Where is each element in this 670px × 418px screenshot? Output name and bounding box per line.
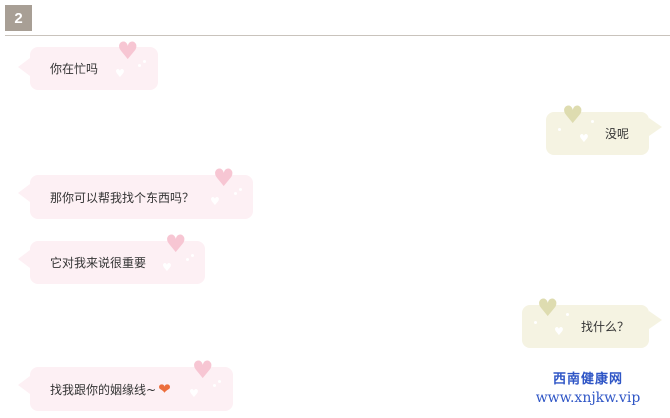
- sparkle-dot: [213, 384, 216, 387]
- sparkle-dot: [591, 120, 594, 123]
- step-number-badge: 2: [5, 5, 32, 31]
- bubble-tail: [18, 184, 30, 202]
- sparkle-dot: [558, 128, 561, 131]
- small-heart-icon: ♥: [554, 325, 564, 338]
- sparkle-dot: [191, 254, 194, 257]
- heart-decoration-icon: ♥: [165, 230, 187, 258]
- header-divider: [5, 35, 670, 36]
- heart-decoration-icon: ♥: [562, 101, 584, 129]
- sparkle-dot: [138, 64, 141, 67]
- sparkle-dot: [534, 321, 537, 324]
- small-heart-icon: ♥: [189, 387, 199, 400]
- bubble-tail: [18, 250, 30, 268]
- bubble-tail: [649, 118, 662, 136]
- message-text: 没呢: [604, 127, 629, 141]
- site-watermark: 西南健康网 www.xnjkw.vip: [520, 372, 656, 414]
- small-heart-icon: ♥: [162, 261, 172, 274]
- heart-decoration-icon: ♥: [213, 164, 235, 192]
- message-text: 找我跟你的姻缘线~: [50, 382, 157, 397]
- heart-decoration-icon: ♥: [192, 356, 214, 384]
- watermark-title: 西南健康网: [552, 372, 623, 387]
- sparkle-dot: [186, 258, 189, 261]
- sparkle-dot: [234, 192, 237, 195]
- sparkle-dot: [143, 60, 146, 63]
- watermark-url: www.xnjkw.vip: [535, 390, 641, 406]
- orange-heart-icon: ❤: [158, 380, 171, 398]
- sparkle-dot: [239, 188, 242, 191]
- message-text: 它对我来说很重要: [50, 256, 147, 270]
- bubble-tail: [649, 311, 662, 329]
- small-heart-icon: ♥: [115, 67, 125, 80]
- message-text: 你在忙吗: [50, 62, 99, 76]
- small-heart-icon: ♥: [210, 195, 220, 208]
- heart-decoration-icon: ♥: [117, 37, 139, 65]
- small-heart-icon: ♥: [579, 132, 589, 145]
- bubble-tail: [18, 376, 30, 394]
- sparkle-dot: [218, 380, 221, 383]
- chat-bubble: 你在忙吗: [30, 47, 158, 90]
- heart-decoration-icon: ♥: [537, 294, 559, 322]
- message-text: 那你可以帮我找个东西吗？: [50, 190, 195, 205]
- sparkle-dot: [566, 313, 569, 316]
- bubble-tail: [18, 58, 30, 76]
- message-text: 找什么？: [580, 320, 629, 334]
